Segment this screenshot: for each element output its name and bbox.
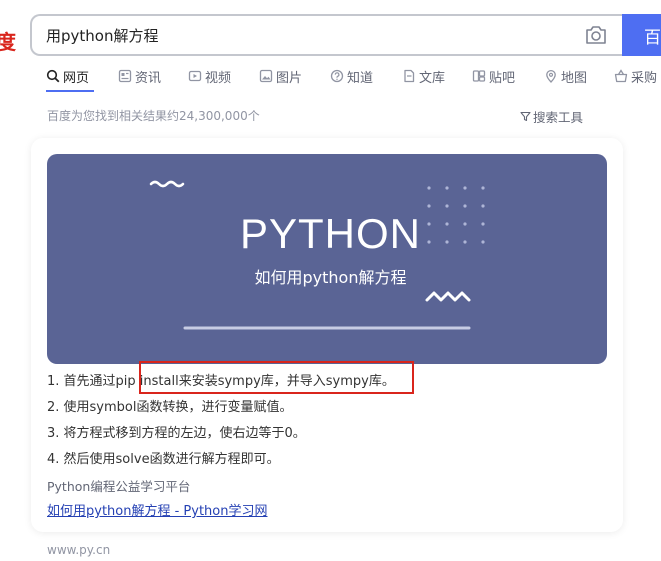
tab-purchase[interactable]: 采购	[614, 66, 657, 86]
news-icon	[118, 69, 132, 83]
camera-icon[interactable]	[584, 25, 608, 45]
basket-icon	[614, 69, 628, 83]
banner-decoration	[149, 180, 485, 330]
image-icon	[259, 69, 273, 83]
active-tab-indicator	[46, 90, 94, 92]
tab-label: 资讯	[135, 70, 162, 86]
tab-label: 文库	[419, 70, 446, 86]
step-item: 2. 使用symbol函数转换，进行变量赋值。	[47, 400, 293, 415]
tab-web[interactable]: 网页	[46, 66, 89, 86]
tieba-icon	[472, 70, 486, 82]
search-input[interactable]	[46, 16, 566, 54]
tab-images[interactable]: 图片	[259, 66, 302, 86]
result-banner-image[interactable]	[47, 154, 607, 364]
filter-icon	[520, 111, 531, 122]
search-tools-label: 搜索工具	[533, 110, 584, 125]
search-icon	[46, 69, 60, 83]
banner-title: PYTHON	[239, 210, 421, 257]
map-pin-icon	[546, 69, 556, 83]
search-button[interactable]: 百	[622, 14, 661, 56]
tab-zhidao[interactable]: 知道	[330, 66, 373, 86]
tab-video[interactable]: 视频	[188, 66, 231, 86]
document-icon	[404, 69, 415, 83]
video-icon	[188, 70, 202, 82]
tab-label: 网页	[63, 70, 90, 86]
baidu-logo-fragment[interactable]: 度	[0, 26, 16, 55]
step-item: 4. 然后使用solve函数进行解方程即可。	[47, 452, 280, 467]
search-tools-button[interactable]: 搜索工具	[520, 107, 583, 126]
tab-label: 图片	[276, 70, 303, 86]
tab-label: 贴吧	[489, 70, 516, 86]
search-bar: 百	[30, 14, 661, 56]
step-item: 3. 将方程式移到方程的左边，使右边等于0。	[47, 426, 306, 441]
tab-label: 知道	[347, 70, 374, 86]
banner-subtitle: 如何用python解方程	[254, 268, 407, 287]
search-tabs: 网页 资讯 视频 图片 知道 文库 贴吧 地图 采购	[46, 66, 661, 92]
question-icon	[330, 69, 344, 83]
result-title-link[interactable]: 如何用python解方程 - Python学习网	[47, 500, 268, 519]
search-box	[30, 14, 624, 56]
tab-label: 视频	[205, 70, 232, 86]
tab-wenku[interactable]: 文库	[402, 66, 445, 86]
result-source: Python编程公益学习平台	[47, 479, 191, 494]
tab-map[interactable]: 地图	[544, 66, 587, 86]
result-stats: 百度为您找到相关结果约24,300,000个	[47, 109, 260, 123]
annotation-highlight-box	[139, 361, 414, 394]
tab-label: 地图	[561, 70, 588, 86]
tab-tieba[interactable]: 贴吧	[472, 66, 515, 86]
result-domain: www.py.cn	[47, 543, 111, 557]
tab-news[interactable]: 资讯	[118, 66, 161, 86]
tab-label: 采购	[631, 70, 658, 86]
